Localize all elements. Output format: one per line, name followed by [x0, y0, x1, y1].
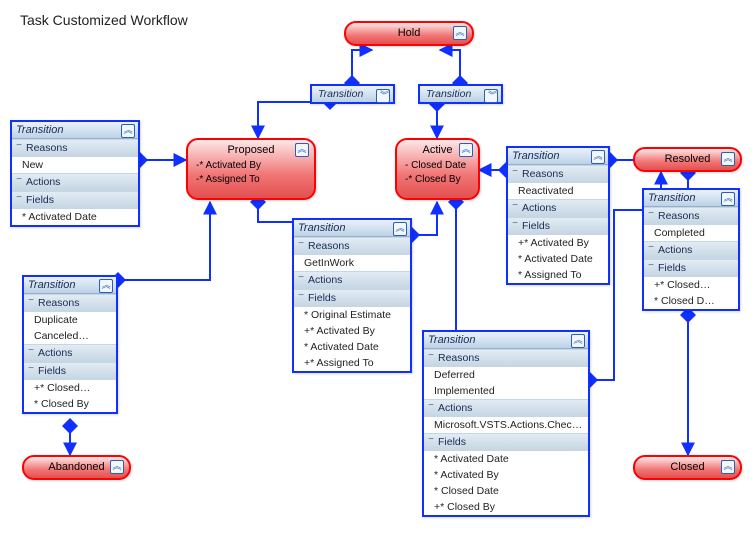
panel-title: Transition — [648, 192, 695, 204]
state-abandoned[interactable]: Abandoned ︽ — [22, 455, 131, 480]
diagram-canvas: Task Customized Workflow — [0, 0, 754, 538]
transition-panel[interactable]: Transition ︽ Reasons Completed Actions F… — [642, 188, 740, 311]
section-actions[interactable]: Actions — [424, 399, 588, 417]
collapse-icon[interactable]: ︽ — [591, 150, 605, 164]
expand-icon[interactable]: ︽ — [110, 460, 124, 474]
section-reasons[interactable]: Reasons — [294, 237, 410, 255]
section-reasons[interactable]: Reasons — [644, 207, 738, 225]
list-item: * Activated Date — [508, 251, 608, 267]
transition-chip[interactable]: Transition ︾ — [418, 84, 503, 104]
transition-panel[interactable]: Transition ︽ Reasons New Actions Fields … — [10, 120, 140, 227]
section-reasons[interactable]: Reasons — [508, 165, 608, 183]
state-label: Active — [423, 144, 453, 156]
panel-title: Transition — [512, 150, 559, 162]
chip-label: Transition — [318, 88, 363, 100]
state-resolved[interactable]: Resolved ︽ — [633, 147, 742, 172]
collapse-icon[interactable]: ︽ — [99, 279, 113, 293]
transition-panel[interactable]: Transition ︽ Reasons Reactivated Actions… — [506, 146, 610, 285]
section-actions[interactable]: Actions — [24, 344, 116, 362]
transition-chip[interactable]: Transition ︾ — [310, 84, 395, 104]
section-actions[interactable]: Actions — [644, 241, 738, 259]
panel-header[interactable]: Transition ︽ — [24, 277, 116, 294]
state-line: -* Closed By — [401, 173, 474, 187]
list-item: * Closed By — [24, 396, 116, 412]
list-item: Canceled… — [24, 328, 116, 344]
list-item: * Closed Date — [424, 483, 588, 499]
panel-header[interactable]: Transition ︽ — [424, 332, 588, 349]
list-item: +* Closed… — [24, 380, 116, 396]
panel-header[interactable]: Transition ︽ — [644, 190, 738, 207]
state-hold[interactable]: Hold ︽ — [344, 21, 474, 46]
page-title: Task Customized Workflow — [20, 12, 188, 28]
state-label: Resolved — [665, 153, 711, 165]
panel-title: Transition — [28, 279, 75, 291]
collapse-icon[interactable]: ︾ — [376, 89, 390, 103]
section-fields[interactable]: Fields — [424, 433, 588, 451]
list-item: * Original Estimate — [294, 307, 410, 323]
list-item: +* Assigned To — [294, 355, 410, 371]
list-item: Duplicate — [24, 312, 116, 328]
section-fields[interactable]: Fields — [24, 362, 116, 380]
panel-header[interactable]: Transition ︽ — [294, 220, 410, 237]
list-item: +* Closed By — [424, 499, 588, 515]
list-item: * Activated Date — [294, 339, 410, 355]
list-item: +* Activated By — [508, 235, 608, 251]
list-item: * Activated By — [424, 467, 588, 483]
list-item: +* Activated By — [294, 323, 410, 339]
transition-panel[interactable]: Transition ︽ Reasons GetInWork Actions F… — [292, 218, 412, 373]
list-item: Deferred — [424, 367, 588, 383]
panel-header[interactable]: Transition ︽ — [12, 122, 138, 139]
state-line: - Closed Date — [401, 159, 474, 173]
list-item: Completed — [644, 225, 738, 241]
section-fields[interactable]: Fields — [644, 259, 738, 277]
list-item: * Assigned To — [508, 267, 608, 283]
chip-label: Transition — [426, 88, 471, 100]
section-fields[interactable]: Fields — [508, 217, 608, 235]
section-fields[interactable]: Fields — [12, 191, 138, 209]
collapse-icon[interactable]: ︽ — [393, 222, 407, 236]
section-reasons[interactable]: Reasons — [12, 139, 138, 157]
list-item: Reactivated — [508, 183, 608, 199]
panel-title: Transition — [428, 334, 475, 346]
collapse-icon[interactable]: ︽ — [721, 192, 735, 206]
transition-panel[interactable]: Transition ︽ Reasons Duplicate Canceled…… — [22, 275, 118, 414]
panel-title: Transition — [16, 124, 63, 136]
section-reasons[interactable]: Reasons — [24, 294, 116, 312]
collapse-icon[interactable]: ︾ — [484, 89, 498, 103]
list-item: Implemented — [424, 383, 588, 399]
expand-icon[interactable]: ︽ — [295, 143, 309, 157]
state-line: -* Activated By — [192, 159, 310, 173]
list-item: * Closed D… — [644, 293, 738, 309]
state-label: Abandoned — [48, 461, 104, 473]
state-line: -* Assigned To — [192, 173, 310, 187]
list-item: New — [12, 157, 138, 173]
state-active[interactable]: Active ︽ - Closed Date -* Closed By — [395, 138, 480, 200]
expand-icon[interactable]: ︽ — [459, 143, 473, 157]
section-fields[interactable]: Fields — [294, 289, 410, 307]
collapse-icon[interactable]: ︽ — [571, 334, 585, 348]
state-proposed[interactable]: Proposed ︽ -* Activated By -* Assigned T… — [186, 138, 316, 200]
expand-icon[interactable]: ︽ — [721, 460, 735, 474]
list-item: +* Closed… — [644, 277, 738, 293]
collapse-icon[interactable]: ︽ — [121, 124, 135, 138]
panel-header[interactable]: Transition ︽ — [508, 148, 608, 165]
expand-icon[interactable]: ︽ — [453, 26, 467, 40]
section-actions[interactable]: Actions — [12, 173, 138, 191]
list-item: Microsoft.VSTS.Actions.Checkin — [424, 417, 588, 433]
state-label: Proposed — [227, 144, 274, 156]
expand-icon[interactable]: ︽ — [721, 152, 735, 166]
list-item: * Activated Date — [12, 209, 138, 225]
section-actions[interactable]: Actions — [508, 199, 608, 217]
state-label: Hold — [398, 27, 421, 39]
panel-title: Transition — [298, 222, 345, 234]
section-actions[interactable]: Actions — [294, 271, 410, 289]
list-item: * Activated Date — [424, 451, 588, 467]
section-reasons[interactable]: Reasons — [424, 349, 588, 367]
state-closed[interactable]: Closed ︽ — [633, 455, 742, 480]
transition-panel[interactable]: Transition ︽ Reasons Deferred Implemente… — [422, 330, 590, 517]
list-item: GetInWork — [294, 255, 410, 271]
state-label: Closed — [670, 461, 704, 473]
